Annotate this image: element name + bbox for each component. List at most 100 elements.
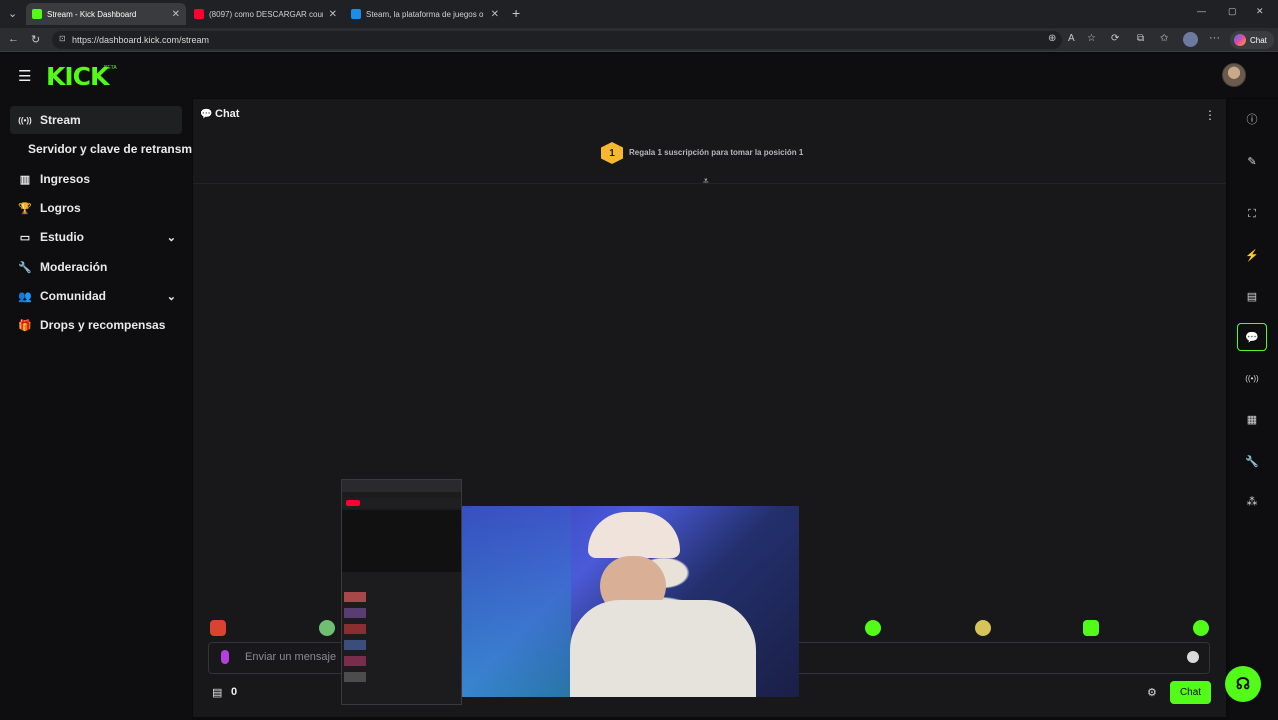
headset-icon: ☊ bbox=[1235, 676, 1251, 693]
wrench-icon[interactable]: 🔧 bbox=[1240, 450, 1264, 472]
chat-divider bbox=[193, 183, 1226, 184]
reload-icon[interactable]: ↻ bbox=[31, 33, 40, 46]
tab-title: Steam, la plataforma de juegos o bbox=[366, 9, 484, 19]
chat-input-placeholder: Enviar un mensaje bbox=[245, 651, 337, 663]
chat-options-icon[interactable]: ⋮ bbox=[1204, 108, 1216, 122]
tab-title: (8097) como DESCARGAR counte bbox=[209, 9, 323, 19]
sidebar-item-server-key[interactable]: Servidor y clave de retransm bbox=[20, 135, 192, 163]
microphone-icon[interactable] bbox=[221, 650, 229, 664]
minimize-button[interactable]: — bbox=[1197, 6, 1206, 16]
emote-icon[interactable] bbox=[975, 620, 991, 636]
community-icon: 👥 bbox=[18, 290, 32, 303]
sidebar-item-moderacion[interactable]: 🔧 Moderación bbox=[10, 253, 182, 281]
sidebar-item-label: Estudio bbox=[40, 230, 84, 244]
chat-bubble-icon: 💬 bbox=[200, 109, 213, 120]
chat-toggle-icon[interactable]: 💬 bbox=[1237, 323, 1267, 351]
split-screen-icon[interactable]: ⧉ bbox=[1137, 33, 1144, 44]
close-tab-icon[interactable]: ✕ bbox=[491, 9, 499, 20]
info-icon[interactable]: ⓘ bbox=[1240, 108, 1264, 130]
tab-title: Stream - Kick Dashboard bbox=[47, 9, 137, 19]
kick-logo[interactable]: KICK bbox=[46, 62, 109, 91]
trophy-icon: 🏆 bbox=[18, 202, 32, 215]
zoom-icon[interactable]: ⊕ bbox=[1048, 33, 1056, 44]
favorite-star-icon[interactable]: ☆ bbox=[1087, 33, 1096, 44]
thumbnail-browser-bar bbox=[342, 480, 461, 492]
back-icon[interactable]: ← bbox=[8, 33, 19, 45]
chevron-down-icon[interactable]: ⌄ bbox=[167, 231, 176, 244]
tab-kick-dashboard[interactable]: Stream - Kick Dashboard ✕ bbox=[26, 3, 186, 25]
bar-chart-icon: ▥ bbox=[19, 173, 31, 186]
youtube-favicon-icon bbox=[194, 9, 204, 19]
chevron-down-icon[interactable]: ⌄ bbox=[167, 290, 176, 303]
kick-header bbox=[0, 54, 1278, 98]
emote-icon[interactable] bbox=[319, 620, 335, 636]
profile-icon[interactable] bbox=[1183, 32, 1198, 47]
close-tab-icon[interactable]: ✕ bbox=[329, 9, 337, 20]
kick-favicon-icon bbox=[32, 9, 42, 19]
hamburger-menu-icon[interactable]: ☰ bbox=[18, 67, 31, 85]
emote-icon[interactable] bbox=[210, 620, 226, 636]
sidebar-item-drops[interactable]: 🎁 Drops y recompensas bbox=[10, 311, 182, 339]
sidebar-item-ingresos[interactable]: ▥ Ingresos bbox=[10, 165, 182, 193]
help-support-button[interactable]: ☊ bbox=[1225, 666, 1261, 702]
emoji-picker-icon[interactable] bbox=[1187, 651, 1199, 663]
webcam-bed-region bbox=[461, 506, 571, 697]
layout-icon[interactable]: ▦ bbox=[1240, 408, 1264, 430]
notes-icon[interactable]: ▤ bbox=[1240, 285, 1264, 307]
store-icon[interactable]: ▤ bbox=[212, 686, 222, 699]
emote-icon[interactable] bbox=[1083, 620, 1099, 636]
sidebar-item-label: Logros bbox=[40, 201, 81, 215]
sidebar-item-logros[interactable]: 🏆 Logros bbox=[10, 194, 182, 222]
new-tab-button[interactable]: + bbox=[512, 5, 520, 21]
expand-leaderboard-icon[interactable]: ⩡ bbox=[703, 176, 709, 187]
tab-steam[interactable]: Steam, la plataforma de juegos o ✕ bbox=[345, 3, 505, 25]
fullscreen-icon[interactable]: ⛶ bbox=[1240, 203, 1264, 225]
sidebar-item-label: Ingresos bbox=[40, 172, 91, 186]
emote-icon[interactable] bbox=[1193, 620, 1209, 636]
close-window-button[interactable]: ✕ bbox=[1256, 6, 1264, 17]
screen-capture-thumbnail bbox=[341, 479, 462, 705]
refresh-extension-icon[interactable]: ⟳ bbox=[1111, 33, 1119, 44]
sidebar-item-label: Comunidad bbox=[40, 289, 106, 303]
sidebar-item-label: Drops y recompensas bbox=[40, 318, 166, 332]
wrench-icon: 🔧 bbox=[18, 261, 32, 274]
site-info-icon[interactable]: ⊡ bbox=[59, 34, 66, 43]
read-aloud-icon[interactable]: A bbox=[1068, 33, 1075, 44]
thumbnail-list-item bbox=[344, 672, 366, 682]
more-menu-icon[interactable]: ··· bbox=[1209, 32, 1220, 44]
thumbnail-list-item bbox=[344, 592, 366, 602]
thumbnail-list-item bbox=[344, 656, 366, 666]
lightning-icon[interactable]: ⚡ bbox=[1240, 244, 1264, 266]
gift-icon: 🎁 bbox=[18, 319, 32, 332]
chat-settings-gear-icon[interactable]: ⚙ bbox=[1147, 686, 1157, 699]
community-icon[interactable]: ⁂ bbox=[1240, 490, 1264, 512]
edit-pencil-icon[interactable]: ✎ bbox=[1240, 150, 1264, 172]
sidebar-item-label: Moderación bbox=[40, 260, 108, 274]
favorites-icon[interactable]: ✩ bbox=[1160, 33, 1168, 44]
sidebar-item-label: Servidor y clave de retransm bbox=[28, 142, 192, 156]
send-chat-button[interactable]: Chat bbox=[1170, 681, 1211, 704]
tab-youtube[interactable]: (8097) como DESCARGAR counte ✕ bbox=[188, 3, 343, 25]
user-avatar[interactable] bbox=[1222, 63, 1246, 87]
broadcast-icon: ((•)) bbox=[18, 115, 32, 125]
sidebar-item-comunidad[interactable]: 👥 Comunidad ⌄ bbox=[10, 282, 182, 310]
broadcast-icon[interactable]: ((•)) bbox=[1240, 367, 1264, 389]
copilot-icon bbox=[1234, 34, 1246, 46]
maximize-button[interactable]: ▢ bbox=[1228, 6, 1237, 17]
copilot-chat-button[interactable]: Chat bbox=[1230, 31, 1274, 49]
thumbnail-youtube-logo-icon bbox=[346, 500, 360, 506]
tab-list-icon[interactable]: ⌄ bbox=[8, 7, 17, 20]
sidebar-item-stream[interactable]: ((•)) Stream bbox=[10, 106, 182, 134]
thumbnail-list-item bbox=[344, 608, 366, 618]
sidebar-item-label: Stream bbox=[40, 113, 81, 127]
sidebar-item-estudio[interactable]: ▭ Estudio ⌄ bbox=[10, 223, 182, 251]
emote-icon[interactable] bbox=[865, 620, 881, 636]
copilot-label: Chat bbox=[1250, 35, 1267, 45]
close-tab-icon[interactable]: ✕ bbox=[172, 9, 180, 20]
url-bar[interactable]: ⊡ https://dashboard.kick.com/stream bbox=[52, 31, 1062, 49]
points-count: 0 bbox=[231, 686, 238, 698]
thumbnail-list-item bbox=[344, 640, 366, 650]
thumbnail-list-item bbox=[344, 624, 366, 634]
chat-title: Chat bbox=[215, 108, 240, 120]
thumbnail-video-player bbox=[342, 510, 461, 572]
